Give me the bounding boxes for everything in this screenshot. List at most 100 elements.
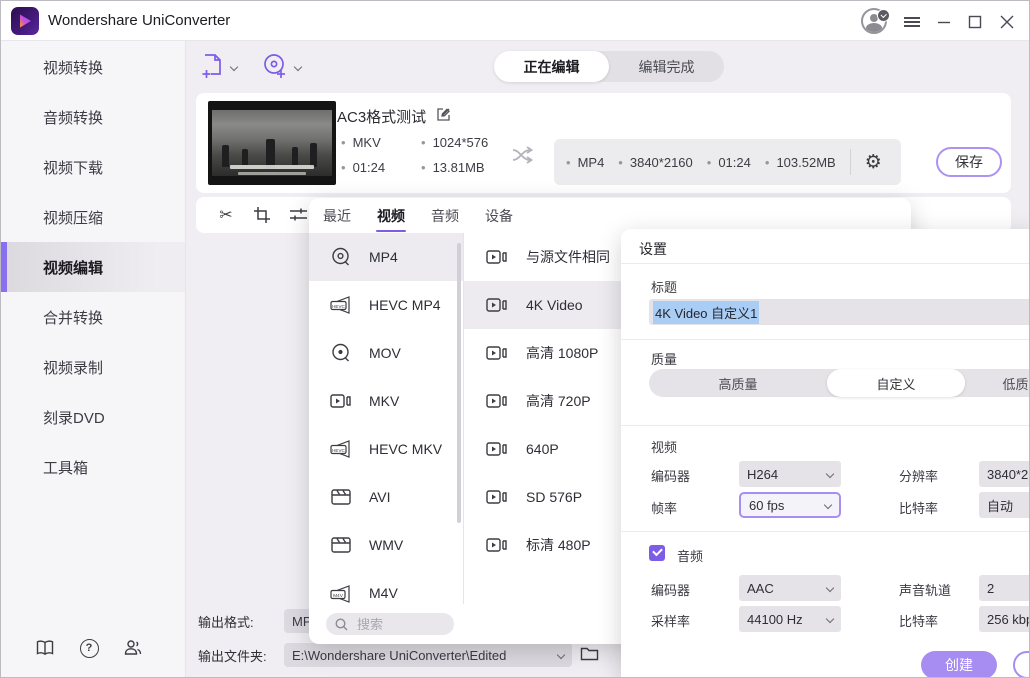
file-title: AC3格式测试 xyxy=(337,106,426,127)
crop-icon[interactable] xyxy=(250,197,274,233)
rename-icon[interactable] xyxy=(436,107,451,122)
resolution-label: 标清 480P xyxy=(526,535,591,555)
chevron-down-icon xyxy=(826,615,834,623)
video-camera-icon xyxy=(486,488,508,506)
output-folder-select[interactable]: E:\Wondershare UniConverter\Edited xyxy=(284,643,572,667)
share-contacts-icon[interactable] xyxy=(122,637,144,659)
audio-encoder-label: 编码器 xyxy=(651,580,690,599)
help-icon[interactable]: ? xyxy=(78,637,100,659)
sidebar-item-toolbox[interactable]: 工具箱 xyxy=(1,442,185,492)
sidebar-item-screen-record[interactable]: 视频录制 xyxy=(1,342,185,392)
video-camera-icon xyxy=(486,392,508,410)
sidebar-item-video-edit[interactable]: 视频编辑 xyxy=(1,242,185,292)
svg-text:HEVC: HEVC xyxy=(332,304,345,309)
video-thumbnail[interactable] xyxy=(208,101,336,185)
audio-checkbox[interactable] xyxy=(649,545,665,561)
resolution-label: SD 576P xyxy=(526,489,582,505)
effects-sliders-icon[interactable] xyxy=(286,197,310,233)
tab-device[interactable]: 设备 xyxy=(485,198,513,233)
tab-editing[interactable]: 正在编辑 xyxy=(494,51,609,82)
tab-recent[interactable]: 最近 xyxy=(323,198,351,233)
disc-icon xyxy=(329,246,353,268)
convert-arrow-icon xyxy=(512,145,538,165)
encoder-label: 编码器 xyxy=(651,466,690,485)
resolution-value-field[interactable]: 3840*2160 xyxy=(979,461,1030,487)
audio-bitrate-value-field[interactable]: 256 kbps xyxy=(979,606,1030,632)
bitrate-value-field[interactable]: 自动 xyxy=(979,492,1030,518)
titlebar: Wondershare UniConverter xyxy=(1,1,1030,41)
chevron-down-icon xyxy=(230,62,238,70)
quality-custom-button[interactable]: 自定义 xyxy=(827,369,965,397)
quality-low-button[interactable]: 低质量 xyxy=(965,369,1030,397)
format-item-avi[interactable]: AVI xyxy=(309,473,463,521)
channels-value-field[interactable]: 2 xyxy=(979,575,1030,601)
uniconverter-window: { "window": { "title": "Wondershare UniC… xyxy=(0,0,1030,678)
source-size: 13.81MB xyxy=(421,160,488,175)
source-info: MKV 1024*576 01:24 13.81MB xyxy=(341,135,488,175)
output-duration: 01:24 xyxy=(707,155,751,170)
format-item-hevc-mp4[interactable]: HEVC HEVC MP4 xyxy=(309,281,463,329)
format-item-hevc-mkv[interactable]: HEVC HEVC MKV xyxy=(309,425,463,473)
format-item-mkv[interactable]: MKV xyxy=(309,377,463,425)
samplerate-select[interactable]: 44100 Hz xyxy=(739,606,841,632)
name-label: 标题 xyxy=(651,277,677,296)
sidebar-item-burn-dvd[interactable]: 刻录DVD xyxy=(1,392,185,442)
audio-encoder-select[interactable]: AAC xyxy=(739,575,841,601)
sidebar-item-video-convert[interactable]: 视频转换 xyxy=(1,42,185,92)
tab-audio[interactable]: 音频 xyxy=(431,198,459,233)
app-logo-icon xyxy=(11,7,39,35)
tab-video[interactable]: 视频 xyxy=(377,198,405,233)
quality-label: 质量 xyxy=(651,349,677,368)
sidebar-footer: ? xyxy=(1,637,186,665)
format-item-m4v[interactable]: M4V M4V xyxy=(309,569,463,617)
guide-book-icon[interactable] xyxy=(34,637,56,659)
video-section-label: 视频 xyxy=(651,437,677,456)
format-label: M4V xyxy=(369,585,398,601)
confirm-button[interactable] xyxy=(1013,651,1030,678)
search-input[interactable] xyxy=(355,616,439,633)
save-button[interactable]: 保存 xyxy=(936,147,1002,177)
format-item-mp4[interactable]: MP4 xyxy=(309,233,463,281)
resolution-label: 640P xyxy=(526,441,559,457)
menu-icon[interactable] xyxy=(899,9,925,35)
source-format: MKV xyxy=(341,135,421,150)
output-size: 103.52MB xyxy=(765,155,836,170)
add-file-button[interactable] xyxy=(200,53,237,80)
file-card: AC3格式测试 MKV 1024*576 01:24 13.81MB MP4 3… xyxy=(196,93,1011,193)
format-list: MP4 HEVC HEVC MP4 MOV MKV xyxy=(309,233,463,617)
title-input[interactable]: 4K Video 自定义1 xyxy=(649,299,1030,325)
format-label: MKV xyxy=(369,393,399,409)
chevron-down-icon xyxy=(294,62,302,70)
quality-segmented-control: 高质量 自定义 低质量 xyxy=(649,369,1030,397)
add-dvd-button[interactable] xyxy=(262,53,301,80)
selected-text: 4K Video 自定义1 xyxy=(653,301,759,324)
format-list-scrollbar[interactable] xyxy=(457,243,461,523)
sidebar-item-audio-convert[interactable]: 音频转换 xyxy=(1,92,185,142)
open-folder-icon[interactable] xyxy=(580,646,599,662)
settings-title: 设置 xyxy=(639,239,667,259)
create-button[interactable]: 创建 xyxy=(921,651,997,678)
framerate-label: 帧率 xyxy=(651,498,677,517)
close-button[interactable] xyxy=(994,9,1020,35)
encoder-select[interactable]: H264 xyxy=(739,461,841,487)
output-resolution: 3840*2160 xyxy=(618,155,692,170)
maximize-button[interactable] xyxy=(962,9,988,35)
source-duration: 01:24 xyxy=(341,160,421,175)
minimize-button[interactable] xyxy=(931,9,957,35)
format-search-box[interactable] xyxy=(326,613,454,635)
tab-edit-done[interactable]: 编辑完成 xyxy=(609,51,724,82)
sidebar-item-merge-convert[interactable]: 合并转换 xyxy=(1,292,185,342)
sidebar-item-video-download[interactable]: 视频下载 xyxy=(1,142,185,192)
output-settings-gear-icon[interactable]: ⚙ xyxy=(865,153,882,172)
quality-high-button[interactable]: 高质量 xyxy=(649,369,827,397)
search-icon xyxy=(335,618,348,631)
format-item-mov[interactable]: MOV xyxy=(309,329,463,377)
chevron-down-icon xyxy=(557,651,565,659)
output-format: MP4 xyxy=(566,155,604,170)
format-item-wmv[interactable]: WMV xyxy=(309,521,463,569)
resolution-label: 4K Video xyxy=(526,297,583,313)
sidebar-item-video-compress[interactable]: 视频压缩 xyxy=(1,192,185,242)
bitrate-label: 比特率 xyxy=(899,498,938,517)
trim-scissors-icon[interactable]: ✂ xyxy=(214,197,238,233)
framerate-select[interactable]: 60 fps xyxy=(739,492,841,518)
